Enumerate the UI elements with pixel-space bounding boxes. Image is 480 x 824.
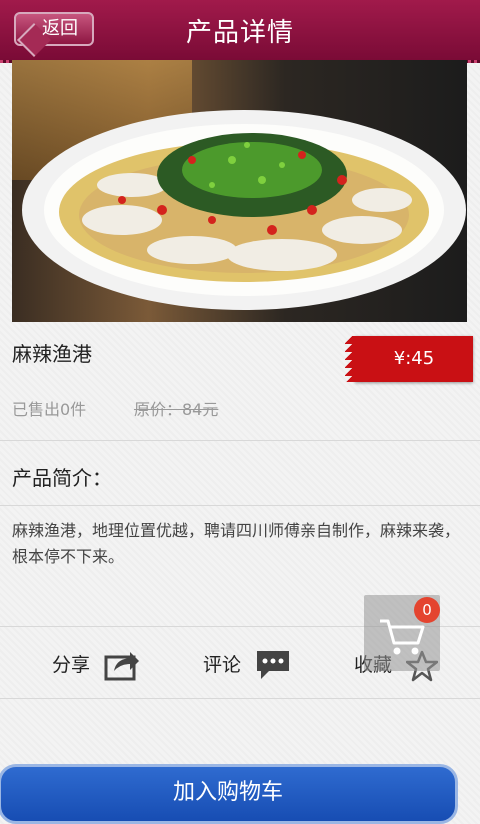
- comment-label: 评论: [203, 654, 242, 676]
- sold-count: 已售出0件: [12, 400, 87, 419]
- add-to-cart-button[interactable]: 加入购物车: [0, 764, 458, 824]
- original-price: 原价：84元: [134, 400, 219, 419]
- divider: [0, 505, 480, 506]
- share-button[interactable]: 分享: [52, 646, 142, 686]
- intro-text: 麻辣渔港，地理位置优越，聘请四川师傅亲自制作，麻辣来袭，根本停不下来。: [12, 521, 461, 566]
- cart-count-badge: 0: [414, 597, 440, 623]
- divider: [0, 440, 480, 441]
- share-icon: [104, 652, 139, 681]
- comment-button[interactable]: 评论: [203, 646, 293, 686]
- page-title: 产品详情: [185, 18, 294, 48]
- product-image[interactable]: [12, 60, 467, 322]
- header-bar: 返回 产品详情: [0, 0, 480, 63]
- product-name: 麻辣渔港: [12, 342, 92, 366]
- dish-illustration: [22, 110, 466, 310]
- intro-label: 产品简介：: [12, 466, 112, 490]
- price-tag: ¥:45: [345, 336, 473, 382]
- cart-icon: [380, 619, 425, 655]
- share-label: 分享: [52, 654, 91, 676]
- divider: [0, 698, 480, 699]
- comment-icon: [257, 651, 289, 679]
